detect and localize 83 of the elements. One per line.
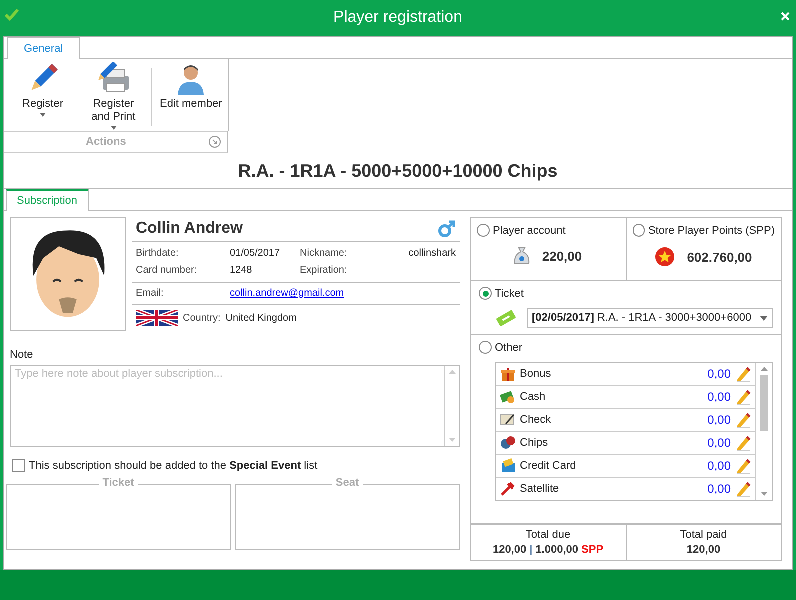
checkbox-label: This subscription should be added to the Special Event list <box>29 460 318 472</box>
payment-method-name: Bonus <box>520 368 552 380</box>
payment-method-name: Cash <box>520 391 547 403</box>
payment-method-name: Credit Card <box>520 460 578 472</box>
field-value: 1248 <box>230 265 254 276</box>
radio-button[interactable] <box>477 224 490 237</box>
payment-method-row[interactable]: Cash 0,00 <box>496 386 755 409</box>
credit-card-icon <box>500 458 516 474</box>
ribbon-tab[interactable]: General <box>7 37 80 59</box>
pencil-icon[interactable] <box>735 412 751 428</box>
payment-method-name: Chips <box>520 437 550 449</box>
scroll-down-icon[interactable] <box>760 492 768 496</box>
payment-method-row[interactable]: Satellite 0,00 <box>496 478 755 500</box>
pencil-icon[interactable] <box>735 389 751 405</box>
total-label: Total due <box>526 529 571 541</box>
tournament-title: R.A. - 1R1A - 5000+5000+10000 Chips <box>4 153 792 189</box>
radio-label: Other <box>495 342 523 354</box>
player-name: Collin Andrew <box>136 220 243 238</box>
pencil-icon[interactable] <box>735 435 751 451</box>
chips-icon <box>500 435 516 451</box>
email-link[interactable]: collin.andrew@gmail.com <box>230 288 344 299</box>
payment-amount: 0,00 <box>708 413 731 427</box>
ribbon-button[interactable]: Edit member <box>154 62 228 111</box>
ribbon-button[interactable]: Register <box>8 62 78 117</box>
total-due-amount: 120,00 <box>492 544 527 556</box>
pencil-icon[interactable] <box>735 366 751 382</box>
field-label: Country: <box>183 312 221 324</box>
payment-amount: 0,00 <box>708 367 731 381</box>
check-icon <box>5 9 19 21</box>
star-coin-icon <box>655 247 676 267</box>
radio-button[interactable] <box>479 287 492 300</box>
payment-method-row[interactable]: Credit Card 0,00 <box>496 455 755 478</box>
scroll-thumb[interactable] <box>760 375 768 431</box>
ribbon-button[interactable]: Register and Print <box>78 62 150 130</box>
money-icon <box>500 389 516 405</box>
payment-amount: 0,00 <box>708 436 731 450</box>
radio-label: Player account <box>493 224 566 236</box>
panel-title: Seat <box>332 477 364 489</box>
close-icon <box>781 12 790 21</box>
group-label: Actions <box>86 136 126 148</box>
cheque-icon <box>500 412 516 428</box>
window-title: Player registration <box>332 9 464 27</box>
pencil-icon[interactable] <box>735 481 751 497</box>
payment-method-row[interactable]: Chips 0,00 <box>496 432 755 455</box>
note-label: Note <box>10 349 34 361</box>
radio-label: Store Player Points (SPP) <box>648 224 775 236</box>
payment-method-row[interactable]: Check 0,00 <box>496 409 755 432</box>
field-label: Birthdate: <box>136 248 180 259</box>
checkbox[interactable] <box>12 459 25 472</box>
close-button[interactable] <box>779 10 792 23</box>
flag-icon <box>136 310 178 326</box>
spp-unit: SPP <box>582 544 604 556</box>
caret-icon <box>760 316 768 320</box>
ticket-dropdown[interactable]: [02/05/2017] R.A. - 1R1A - 3000+3000+6000 <box>527 308 773 328</box>
radio-button[interactable] <box>632 224 646 237</box>
payment-method-row[interactable]: Bonus 0,00 <box>496 363 755 386</box>
radio-label: Ticket <box>495 288 524 300</box>
field-label: Email: <box>136 288 165 299</box>
field-label: Nickname: <box>300 248 348 259</box>
balance-amount: 220,00 <box>542 248 582 264</box>
payment-method-name: Check <box>520 414 552 426</box>
payment-amount: 0,00 <box>708 482 731 496</box>
radio-button[interactable] <box>479 341 492 354</box>
field-value: 01/05/2017 <box>230 248 282 259</box>
field-value: United Kingdom <box>226 312 297 324</box>
total-paid-amount: 120,00 <box>686 544 721 556</box>
payment-method-name: Satellite <box>520 483 560 495</box>
male-icon <box>438 220 456 238</box>
field-label: Card number: <box>136 265 198 276</box>
money-bag-icon <box>514 247 530 265</box>
payment-amount: 0,00 <box>708 459 731 473</box>
field-label: Expiration: <box>300 265 348 276</box>
payment-amount: 0,00 <box>708 390 731 404</box>
gift-icon <box>500 366 516 382</box>
panel-title: Ticket <box>98 477 138 489</box>
pencil-icon[interactable] <box>735 458 751 474</box>
total-label: Total paid <box>680 529 728 541</box>
dialog-launcher-icon[interactable] <box>209 136 221 148</box>
total-due-spp-amount: 1.000,00 <box>536 544 579 556</box>
field-value: collinshark <box>408 248 456 259</box>
balance-amount: 602.760,00 <box>687 250 752 264</box>
scroll-up-icon[interactable] <box>760 367 768 371</box>
separator-text: | <box>530 544 533 556</box>
